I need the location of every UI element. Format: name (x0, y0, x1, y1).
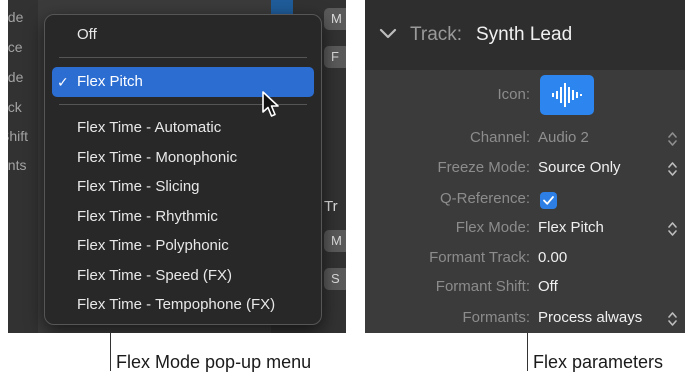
freeze-mode-value[interactable]: Source Only (538, 159, 621, 176)
flex-mode-popup-menu: Off ✓ Flex Pitch Flex Time - Automatic F… (44, 14, 322, 325)
background-button[interactable]: M (324, 8, 346, 30)
track-title-key: Track: (410, 24, 463, 45)
chevron-down-icon[interactable] (377, 23, 399, 45)
background-button[interactable]: M (324, 230, 346, 252)
menu-item-flex-time-monophonic[interactable]: Flex Time - Monophonic (52, 143, 314, 173)
background-label: ode (8, 69, 24, 85)
menu-item-flex-time-rhythmic[interactable]: Flex Time - Rhythmic (52, 202, 314, 232)
menu-item-label: Flex Time - Automatic (77, 119, 222, 136)
background-label: nce (8, 39, 23, 55)
menu-item-flex-time-slicing[interactable]: Flex Time - Slicing (52, 172, 314, 202)
callout-line (527, 333, 528, 371)
formants-label: Formants: (462, 309, 530, 326)
caption-flex-parameters: Flex parameters (533, 352, 664, 372)
mouse-pointer-icon (262, 91, 279, 117)
checkmark-icon (543, 196, 554, 205)
checkmark-icon: ✓ (57, 74, 69, 90)
icon-label: Icon: (497, 86, 530, 103)
background-label: ode (8, 9, 24, 25)
flex-mode-label: Flex Mode: (455, 219, 530, 236)
track-inspector-panel: Track: Synth Lead Icon: Channel: Audio 2… (365, 0, 685, 333)
flex-mode-value[interactable]: Flex Pitch (538, 219, 604, 236)
background-label: Shift (8, 128, 29, 144)
menu-item-label: Flex Pitch (77, 73, 143, 90)
caption-flex-mode-menu: Flex Mode pop-up menu (116, 352, 312, 372)
updown-chevron-icon[interactable] (667, 160, 678, 178)
waveform-icon (552, 83, 582, 107)
channel-label: Channel: (469, 129, 530, 146)
menu-item-flex-time-speed-fx[interactable]: Flex Time - Speed (FX) (52, 261, 314, 291)
menu-item-label: Flex Time - Polyphonic (77, 237, 229, 254)
left-screenshot-panel: ode nce ode ack Shift ants M F Tr M S Of… (8, 0, 346, 333)
menu-item-flex-time-tempophone-fx[interactable]: Flex Time - Tempophone (FX) (52, 290, 314, 320)
freeze-mode-label: Freeze Mode: (437, 159, 530, 176)
formant-track-label: Formant Track: (429, 249, 530, 266)
q-reference-label: Q-Reference: (439, 190, 530, 207)
background-text: Tr (324, 198, 338, 215)
updown-chevron-icon[interactable] (667, 130, 678, 148)
formant-shift-value[interactable]: Off (538, 278, 558, 295)
background-label: ants (8, 157, 27, 173)
menu-item-label: Flex Time - Slicing (77, 178, 200, 195)
menu-item-label: Flex Time - Rhythmic (77, 208, 218, 225)
menu-separator (59, 57, 307, 58)
background-label: ack (8, 99, 22, 115)
background-button[interactable]: F (324, 46, 346, 68)
channel-value[interactable]: Audio 2 (538, 129, 589, 146)
updown-chevron-icon[interactable] (667, 310, 678, 328)
formant-shift-label: Formant Shift: (435, 278, 530, 295)
formants-value[interactable]: Process always (538, 309, 642, 326)
menu-item-label: Flex Time - Tempophone (FX) (77, 296, 276, 313)
q-reference-checkbox[interactable] (540, 192, 557, 209)
menu-item-flex-time-polyphonic[interactable]: Flex Time - Polyphonic (52, 231, 314, 261)
track-name: Synth Lead (476, 24, 573, 45)
track-icon-button[interactable] (540, 75, 594, 115)
formant-track-value[interactable]: 0.00 (538, 249, 567, 266)
menu-item-label: Flex Time - Monophonic (77, 149, 238, 166)
menu-item-off[interactable]: Off (52, 20, 314, 50)
background-button[interactable]: S (324, 268, 346, 290)
menu-item-label: Off (77, 26, 97, 43)
callout-line (110, 333, 111, 371)
updown-chevron-icon[interactable] (667, 220, 678, 238)
track-inspector-header[interactable]: Track: Synth Lead (365, 0, 685, 70)
menu-item-label: Flex Time - Speed (FX) (77, 267, 233, 284)
